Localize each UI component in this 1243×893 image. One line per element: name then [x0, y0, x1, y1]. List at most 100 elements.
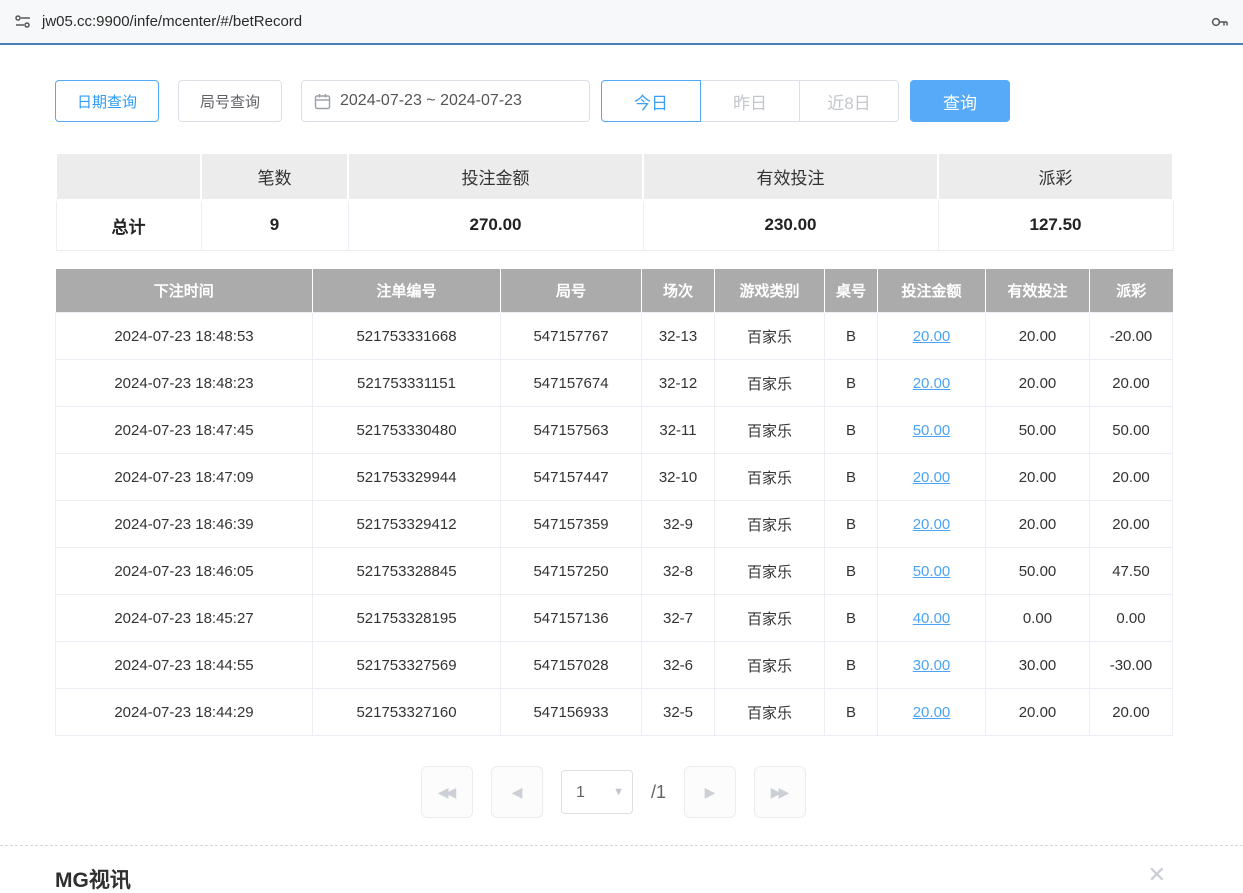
cell-bet-amount: 40.00 — [878, 595, 986, 642]
cell-valid-bet: 20.00 — [986, 360, 1090, 407]
cell-bet-time: 2024-07-23 18:44:55 — [56, 642, 313, 689]
cell-valid-bet: 20.00 — [986, 501, 1090, 548]
bet-amount-link[interactable]: 20.00 — [913, 469, 951, 486]
cell-table-no: B — [825, 313, 878, 360]
search-button[interactable]: 查询 — [910, 80, 1010, 122]
cell-order-no: 521753330480 — [313, 407, 501, 454]
cell-bet-amount: 30.00 — [878, 642, 986, 689]
table-row: 2024-07-23 18:48:23 521753331151 5471576… — [56, 360, 1173, 407]
url-text[interactable]: jw05.cc:9900/infe/mcenter/#/betRecord — [42, 13, 1199, 30]
header-valid-bet: 有效投注 — [986, 269, 1090, 313]
cell-table-no: B — [825, 360, 878, 407]
cell-bet-time: 2024-07-23 18:44:29 — [56, 689, 313, 736]
cell-bet-amount: 20.00 — [878, 360, 986, 407]
cell-round-no: 547157767 — [501, 313, 642, 360]
cell-bet-amount: 50.00 — [878, 548, 986, 595]
date-query-tab[interactable]: 日期查询 — [55, 80, 159, 122]
bet-table-header-row: 下注时间 注单编号 局号 场次 游戏类别 桌号 投注金额 有效投注 派彩 — [56, 269, 1173, 313]
bet-amount-link[interactable]: 20.00 — [913, 704, 951, 721]
bet-amount-link[interactable]: 20.00 — [913, 328, 951, 345]
header-game-type: 游戏类别 — [715, 269, 825, 313]
bet-amount-link[interactable]: 30.00 — [913, 657, 951, 674]
cell-payout: 20.00 — [1090, 454, 1173, 501]
cell-payout: 20.00 — [1090, 501, 1173, 548]
cell-round-no: 547157359 — [501, 501, 642, 548]
key-icon[interactable] — [1209, 12, 1229, 32]
cell-bet-amount: 20.00 — [878, 689, 986, 736]
table-row: 2024-07-23 18:47:45 521753330480 5471575… — [56, 407, 1173, 454]
cell-game-type: 百家乐 — [715, 454, 825, 501]
cell-valid-bet: 20.00 — [986, 454, 1090, 501]
cell-order-no: 521753328195 — [313, 595, 501, 642]
date-range-value: 2024-07-23 ~ 2024-07-23 — [340, 92, 522, 110]
cell-session: 32-12 — [642, 360, 715, 407]
cell-order-no: 521753329412 — [313, 501, 501, 548]
cell-session: 32-11 — [642, 407, 715, 454]
filter-bar: 日期查询 局号查询 2024-07-23 ~ 2024-07-23 今日 昨日 … — [55, 80, 1172, 122]
cell-payout: 20.00 — [1090, 689, 1173, 736]
prev-page-button[interactable]: ◀ — [491, 766, 543, 818]
cell-round-no: 547157136 — [501, 595, 642, 642]
cell-order-no: 521753327160 — [313, 689, 501, 736]
date-range-input[interactable]: 2024-07-23 ~ 2024-07-23 — [301, 80, 590, 122]
table-row: 2024-07-23 18:45:27 521753328195 5471571… — [56, 595, 1173, 642]
pagination: ◀◀ ◀ 1 ▼ /1 ▶ ▶▶ — [55, 766, 1172, 818]
bet-amount-link[interactable]: 50.00 — [913, 563, 951, 580]
cell-order-no: 521753328845 — [313, 548, 501, 595]
summary-header-payout: 派彩 — [938, 153, 1173, 200]
summary-total-label: 总计 — [56, 200, 201, 250]
header-table-no: 桌号 — [825, 269, 878, 313]
cell-bet-time: 2024-07-23 18:45:27 — [56, 595, 313, 642]
summary-total-bet: 270.00 — [348, 200, 643, 250]
cell-round-no: 547157563 — [501, 407, 642, 454]
cell-valid-bet: 30.00 — [986, 642, 1090, 689]
cell-session: 32-7 — [642, 595, 715, 642]
first-page-button[interactable]: ◀◀ — [421, 766, 473, 818]
cell-session: 32-10 — [642, 454, 715, 501]
bet-amount-link[interactable]: 50.00 — [913, 422, 951, 439]
bet-amount-link[interactable]: 40.00 — [913, 610, 951, 627]
cell-payout: 20.00 — [1090, 360, 1173, 407]
cell-game-type: 百家乐 — [715, 313, 825, 360]
cell-bet-time: 2024-07-23 18:46:05 — [56, 548, 313, 595]
cell-payout: 0.00 — [1090, 595, 1173, 642]
summary-header-row: 笔数 投注金额 有效投注 派彩 — [56, 153, 1173, 200]
header-bet-time: 下注时间 — [56, 269, 313, 313]
mg-video-section-header[interactable]: MG视讯 ✕ — [55, 864, 1172, 893]
summary-total-count: 9 — [201, 200, 348, 250]
table-row: 2024-07-23 18:47:09 521753329944 5471574… — [56, 454, 1173, 501]
cell-round-no: 547156933 — [501, 689, 642, 736]
cell-game-type: 百家乐 — [715, 501, 825, 548]
site-info-icon[interactable] — [14, 13, 32, 31]
calendar-icon — [314, 93, 331, 110]
next-page-button[interactable]: ▶ — [684, 766, 736, 818]
cell-bet-amount: 20.00 — [878, 454, 986, 501]
cell-order-no: 521753331668 — [313, 313, 501, 360]
header-bet-amount: 投注金额 — [878, 269, 986, 313]
table-row: 2024-07-23 18:48:53 521753331668 5471577… — [56, 313, 1173, 360]
page-total-label: /1 — [651, 782, 666, 803]
summary-total-valid: 230.00 — [643, 200, 938, 250]
cell-order-no: 521753327569 — [313, 642, 501, 689]
cell-session: 32-9 — [642, 501, 715, 548]
cell-session: 32-8 — [642, 548, 715, 595]
cell-round-no: 547157250 — [501, 548, 642, 595]
bet-amount-link[interactable]: 20.00 — [913, 516, 951, 533]
cell-bet-time: 2024-07-23 18:48:53 — [56, 313, 313, 360]
cell-valid-bet: 20.00 — [986, 689, 1090, 736]
page-select[interactable]: 1 — [561, 770, 633, 814]
last-8-days-button[interactable]: 近8日 — [799, 80, 899, 122]
cell-payout: 50.00 — [1090, 407, 1173, 454]
cell-game-type: 百家乐 — [715, 689, 825, 736]
section-divider — [0, 845, 1243, 846]
last-page-button[interactable]: ▶▶ — [754, 766, 806, 818]
table-row: 2024-07-23 18:44:55 521753327569 5471570… — [56, 642, 1173, 689]
round-query-tab[interactable]: 局号查询 — [178, 80, 282, 122]
bet-amount-link[interactable]: 20.00 — [913, 375, 951, 392]
today-button[interactable]: 今日 — [601, 80, 701, 122]
cell-payout: 47.50 — [1090, 548, 1173, 595]
summary-corner-cell — [56, 153, 201, 200]
collapse-icon[interactable]: ✕ — [1148, 864, 1166, 886]
cell-bet-amount: 50.00 — [878, 407, 986, 454]
yesterday-button[interactable]: 昨日 — [700, 80, 800, 122]
